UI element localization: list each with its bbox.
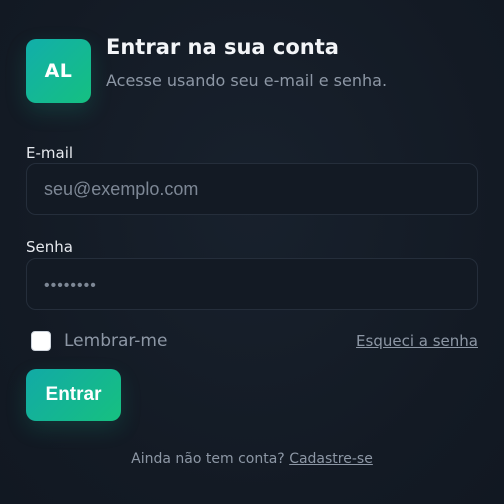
- app-logo: AL: [26, 39, 91, 103]
- signup-link[interactable]: Cadastre-se: [289, 451, 373, 467]
- remember-me-label[interactable]: Lembrar-me: [64, 330, 167, 352]
- remember-me-row: Lembrar-me: [31, 330, 167, 352]
- login-page: AL Entrar na sua conta Acesse usando seu…: [0, 0, 504, 504]
- signup-prompt: Ainda não tem conta? Cadastre-se: [0, 450, 504, 468]
- forgot-password-link[interactable]: Esqueci a senha: [356, 331, 478, 351]
- password-label: Senha: [26, 238, 73, 256]
- login-button[interactable]: Entrar: [26, 369, 121, 421]
- page-subtitle: Acesse usando seu e-mail e senha.: [106, 71, 388, 90]
- email-label: E-mail: [26, 144, 74, 162]
- page-title: Entrar na sua conta: [106, 35, 339, 59]
- password-field[interactable]: [26, 258, 478, 310]
- remember-me-checkbox[interactable]: [31, 331, 51, 351]
- signup-prompt-text: Ainda não tem conta?: [131, 451, 285, 467]
- email-field[interactable]: [26, 163, 478, 215]
